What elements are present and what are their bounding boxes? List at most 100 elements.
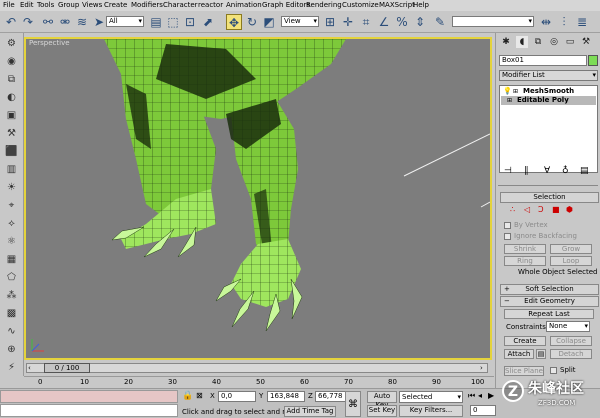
vertex-icon[interactable]: ∴: [510, 205, 515, 214]
time-slider-track[interactable]: [26, 363, 488, 373]
loop-button[interactable]: Loop: [550, 256, 592, 266]
tab-motion-icon[interactable]: ◐: [3, 91, 20, 105]
tab-modify-icon[interactable]: ◉: [3, 55, 20, 69]
add-time-tag-button[interactable]: Add Time Tag: [284, 406, 336, 417]
snap-toggle-icon[interactable]: ⌗: [358, 14, 374, 30]
tab-utilities-icon[interactable]: ⚒: [3, 127, 20, 141]
align-icon[interactable]: ⫶: [556, 14, 572, 30]
compound-icon[interactable]: ⊕: [3, 343, 20, 357]
reactor-icon[interactable]: ⚡: [3, 361, 20, 375]
repeat-last-button[interactable]: Repeat Last: [504, 309, 594, 319]
auto-key-button[interactable]: Auto Key: [367, 391, 397, 409]
named-selection-icon[interactable]: ✎: [432, 14, 448, 30]
select-object-icon[interactable]: ➤: [91, 14, 107, 30]
constraints-dropdown[interactable]: None ▾: [546, 321, 590, 332]
remove-modifier-icon[interactable]: ♁: [562, 166, 569, 176]
box-icon[interactable]: ⬛: [3, 145, 20, 159]
menu-modifiers[interactable]: Modifiers: [131, 1, 163, 9]
expand-icon[interactable]: ⊞: [513, 87, 518, 96]
lock-selection-icon[interactable]: 🔒: [182, 391, 193, 401]
angle-snap-icon[interactable]: ∠: [376, 14, 392, 30]
next-frame-icon[interactable]: ›: [480, 364, 483, 372]
by-vertex-checkbox[interactable]: [504, 222, 511, 229]
create-button[interactable]: Create: [504, 336, 546, 346]
select-manipulate-icon[interactable]: ✛: [340, 14, 356, 30]
menu-maxscript[interactable]: MAXScript: [379, 1, 415, 9]
menu-help[interactable]: Help: [413, 1, 429, 9]
play-icon[interactable]: ▶: [488, 391, 494, 400]
light-icon[interactable]: ☀: [3, 181, 20, 195]
y-coord-field[interactable]: 163,848: [267, 391, 305, 402]
select-icon[interactable]: ⬈: [200, 14, 216, 30]
grow-button[interactable]: Grow: [550, 244, 592, 254]
menu-rendering[interactable]: Rendering: [306, 1, 342, 9]
menu-animation[interactable]: Animation: [226, 1, 262, 9]
ignore-backfacing-checkbox[interactable]: [504, 233, 511, 240]
attach-button[interactable]: Attach: [504, 349, 534, 359]
display-tab-icon[interactable]: ▭: [564, 36, 576, 48]
nurbs-icon[interactable]: ∿: [3, 325, 20, 339]
set-key-icon[interactable]: ⌘: [345, 391, 361, 417]
ref-coord-dropdown[interactable]: View ▾: [281, 16, 319, 27]
link-icon[interactable]: ⚯: [40, 14, 56, 30]
spinner-snap-icon[interactable]: ⇕: [412, 14, 428, 30]
track-bar[interactable]: 0 10 20 30 40 50 60 70 80 90 100: [24, 376, 494, 388]
modify-tab-icon[interactable]: ◖: [516, 36, 528, 48]
menu-file[interactable]: File: [3, 1, 15, 9]
layer-manager-icon[interactable]: ≣: [574, 14, 590, 30]
pin-stack-icon[interactable]: ⊣: [504, 166, 512, 176]
set-key-button[interactable]: Set Key: [367, 405, 397, 417]
menu-group[interactable]: Group: [58, 1, 79, 9]
menu-character[interactable]: Character: [163, 1, 198, 9]
perspective-viewport[interactable]: Perspective: [24, 37, 492, 360]
tab-hierarchy-icon[interactable]: ⧉: [3, 73, 20, 87]
edit-geometry-rollout-header[interactable]: − Edit Geometry: [500, 296, 599, 307]
menu-edit[interactable]: Edit: [20, 1, 34, 9]
named-selection-sets-dropdown[interactable]: ▾: [452, 16, 534, 27]
tab-create-icon[interactable]: ⚙: [3, 37, 20, 51]
goto-start-icon[interactable]: ⏮: [468, 391, 475, 401]
hierarchy-tab-icon[interactable]: ⧉: [532, 36, 544, 48]
shapes-icon[interactable]: ⬠: [3, 271, 20, 285]
split-checkbox[interactable]: [550, 367, 557, 374]
configure-sets-icon[interactable]: ▤: [580, 166, 589, 176]
systems-icon[interactable]: ▦: [3, 253, 20, 267]
object-color-swatch[interactable]: [588, 55, 598, 66]
slice-plane-button[interactable]: Slice Plane: [504, 366, 544, 376]
space-warp-icon[interactable]: ⚛: [3, 235, 20, 249]
x-coord-field[interactable]: 0,0: [218, 391, 256, 402]
unlink-icon[interactable]: ⚮: [57, 14, 73, 30]
undo-icon[interactable]: ↶: [3, 14, 19, 30]
detach-button[interactable]: Detach: [550, 349, 592, 359]
collapse-button[interactable]: Collapse: [550, 336, 592, 346]
select-and-scale-icon[interactable]: ◩: [261, 14, 277, 30]
attach-list-icon[interactable]: ▤: [536, 349, 546, 359]
particles-icon[interactable]: ⁂: [3, 289, 20, 303]
stack-item-meshsmooth[interactable]: 💡 ⊞ MeshSmooth: [501, 87, 596, 96]
border-icon[interactable]: Ↄ: [538, 205, 544, 214]
mesh-legs-render[interactable]: [26, 39, 490, 358]
polygon-icon[interactable]: ■: [552, 205, 560, 214]
current-frame-field[interactable]: 0: [470, 405, 496, 416]
show-end-result-icon[interactable]: ∥: [524, 166, 529, 176]
menu-create[interactable]: Create: [104, 1, 127, 9]
ring-button[interactable]: Ring: [504, 256, 546, 266]
tab-display-icon[interactable]: ▣: [3, 109, 20, 123]
select-by-name-icon[interactable]: ▤: [148, 14, 164, 30]
prev-frame-icon[interactable]: ‹: [28, 364, 31, 372]
menu-tools[interactable]: Tools: [37, 1, 54, 9]
prev-key-icon[interactable]: ◂: [478, 391, 482, 400]
redo-icon[interactable]: ↷: [20, 14, 36, 30]
key-filters-button[interactable]: Key Filters...: [399, 405, 463, 417]
bind-space-warp-icon[interactable]: ≋: [74, 14, 90, 30]
lightbulb-icon[interactable]: 💡: [503, 87, 512, 96]
window-crossing-icon[interactable]: ⊡: [182, 14, 198, 30]
element-icon[interactable]: ⬢: [566, 205, 573, 214]
select-and-rotate-icon[interactable]: ↻: [244, 14, 260, 30]
time-slider-thumb[interactable]: 0 / 100: [44, 363, 90, 373]
create-tab-icon[interactable]: ✱: [500, 36, 512, 48]
pivot-center-icon[interactable]: ⊞: [322, 14, 338, 30]
cylinder-icon[interactable]: ▥: [3, 163, 20, 177]
expand-icon[interactable]: ⊞: [507, 96, 512, 105]
maxscript-listener-mini[interactable]: [0, 390, 178, 403]
